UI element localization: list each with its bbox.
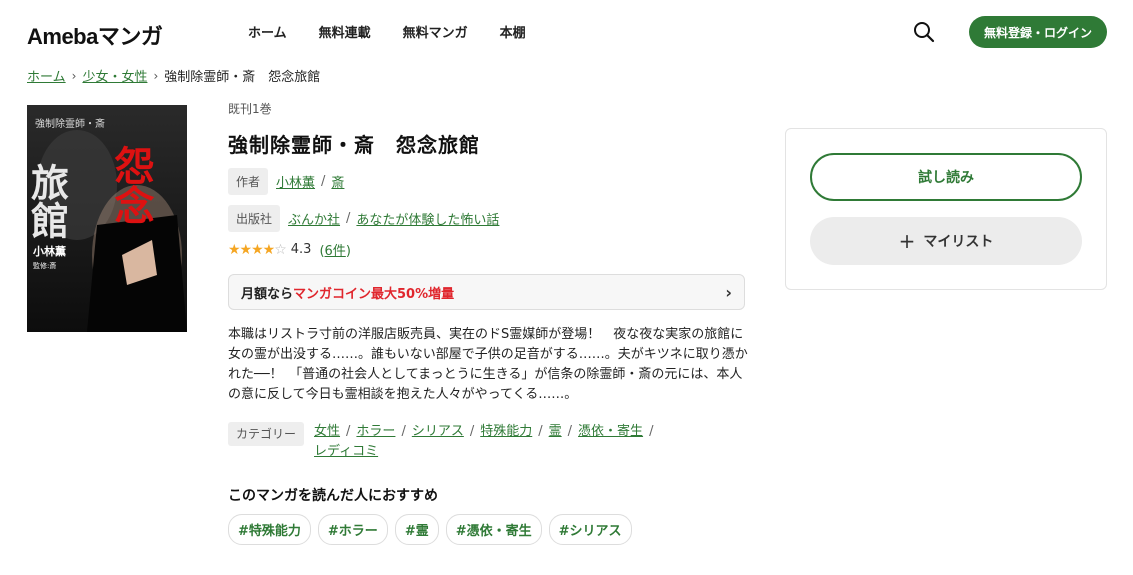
nav-home[interactable]: ホーム	[232, 22, 303, 41]
author-link[interactable]: 斎	[331, 172, 344, 191]
breadcrumb-home[interactable]: ホーム	[27, 66, 66, 85]
action-panel: 試し読み + マイリスト	[785, 128, 1107, 290]
coin-promo-banner[interactable]: 月額なら マンガコイン最大50%増量 ›	[228, 274, 745, 310]
promo-highlight: マンガコイン最大50%増量	[293, 286, 455, 302]
ameba-manga-logo[interactable]: Amebaマンガ	[27, 19, 163, 51]
search-icon[interactable]	[912, 20, 936, 44]
chevron-right-icon: ›	[725, 282, 732, 302]
main-nav: ホーム 無料連載 無料マンガ 本棚	[232, 22, 542, 41]
category-link[interactable]: ホラー	[356, 424, 395, 439]
login-button[interactable]: 無料登録・ログイン	[969, 16, 1107, 48]
category-link[interactable]: 霊	[549, 424, 562, 439]
star-rating-icon: ★★★★☆	[228, 241, 287, 258]
cover-supervisor-text: 監修:斎	[33, 261, 56, 270]
hashtag-chip[interactable]: #ホラー	[317, 514, 388, 545]
cover-title-a: 怨念	[108, 145, 155, 225]
book-info: 既刊1巻 強制除霊師・斎 怨念旅館 作者 小林薫 / 斎 出版社 ぶんか社 / …	[228, 100, 748, 259]
cover-title-b: 旅館	[27, 163, 70, 239]
hashtag-chip[interactable]: #特殊能力	[228, 514, 311, 545]
breadcrumb-current: 強制除霊師・斎 怨念旅館	[164, 70, 321, 85]
rating: ★★★★☆ 4.3 (6件)	[228, 240, 748, 260]
author-link[interactable]: 小林薫	[276, 172, 315, 191]
nav-free-manga[interactable]: 無料マンガ	[387, 22, 484, 41]
review-count-link[interactable]: 6件	[325, 244, 346, 259]
category-link[interactable]: 女性	[314, 424, 340, 439]
category-link[interactable]: 特殊能力	[480, 424, 532, 439]
site-header: Amebaマンガ ホーム 無料連載 無料マンガ 本棚 無料登録・ログイン	[0, 0, 1133, 62]
label-link[interactable]: あなたが体験した怖い話	[356, 209, 499, 228]
publisher-label: 出版社	[228, 205, 281, 232]
hashtag-chip[interactable]: #シリアス	[548, 514, 632, 545]
nav-bookshelf[interactable]: 本棚	[484, 22, 542, 41]
author-label: 作者	[228, 168, 269, 195]
separator: /	[321, 174, 326, 189]
category-list: 女性 / ホラー / シリアス / 特殊能力 / 霊 / 憑依・寄生 / レディコミ	[314, 424, 654, 459]
review-count[interactable]: (6件)	[319, 240, 350, 259]
category-row: カテゴリー 女性 / ホラー / シリアス / 特殊能力 / 霊 / 憑依・寄生 / レディコミ	[228, 422, 748, 462]
breadcrumb-category[interactable]: 少女・女性	[82, 66, 147, 85]
author-row: 作者 小林薫 / 斎	[228, 168, 748, 195]
category-link[interactable]: シリアス	[412, 424, 464, 439]
chevron-right-icon: ›	[71, 68, 77, 83]
mylist-label: マイリスト	[923, 234, 994, 250]
cover-author-text: 小林薫	[32, 244, 66, 258]
plus-icon: +	[898, 229, 916, 253]
recommend-title: このマンガを読んだ人におすすめ	[228, 488, 438, 504]
breadcrumb: ホーム › 少女・女性 › 強制除霊師・斎 怨念旅館	[27, 66, 321, 86]
category-label: カテゴリー	[228, 422, 305, 446]
trial-read-button[interactable]: 試し読み	[810, 153, 1082, 201]
add-mylist-button[interactable]: + マイリスト	[810, 217, 1082, 265]
book-description: 本職はリストラ寸前の洋服店販売員、実在のドS霊媒師が登場！ 夜な夜な実家の旅館に…	[228, 327, 748, 402]
publisher-row: 出版社 ぶんか社 / あなたが体験した怖い話	[228, 205, 748, 232]
book-title: 強制除霊師・斎 怨念旅館	[228, 133, 480, 157]
publisher-link[interactable]: ぶんか社	[288, 209, 340, 228]
volume-status: 既刊1巻	[228, 102, 272, 116]
separator: /	[346, 211, 351, 226]
category-link[interactable]: レディコミ	[314, 444, 378, 459]
cover-series-text: 強制除霊師・斎	[35, 117, 105, 130]
chevron-right-icon: ›	[153, 68, 159, 83]
hashtag-chip[interactable]: #霊	[394, 514, 439, 545]
nav-free-serial[interactable]: 無料連載	[303, 22, 387, 41]
recommend-tags: #特殊能力 #ホラー #霊 #憑依・寄生 #シリアス	[228, 514, 639, 545]
rating-score: 4.3	[290, 242, 312, 257]
promo-prefix: 月額なら	[241, 286, 294, 302]
book-cover[interactable]: 強制除霊師・斎 怨念 旅館 小林薫 監修:斎	[27, 105, 187, 332]
hashtag-chip[interactable]: #憑依・寄生	[445, 514, 542, 545]
category-link[interactable]: 憑依・寄生	[578, 424, 643, 439]
